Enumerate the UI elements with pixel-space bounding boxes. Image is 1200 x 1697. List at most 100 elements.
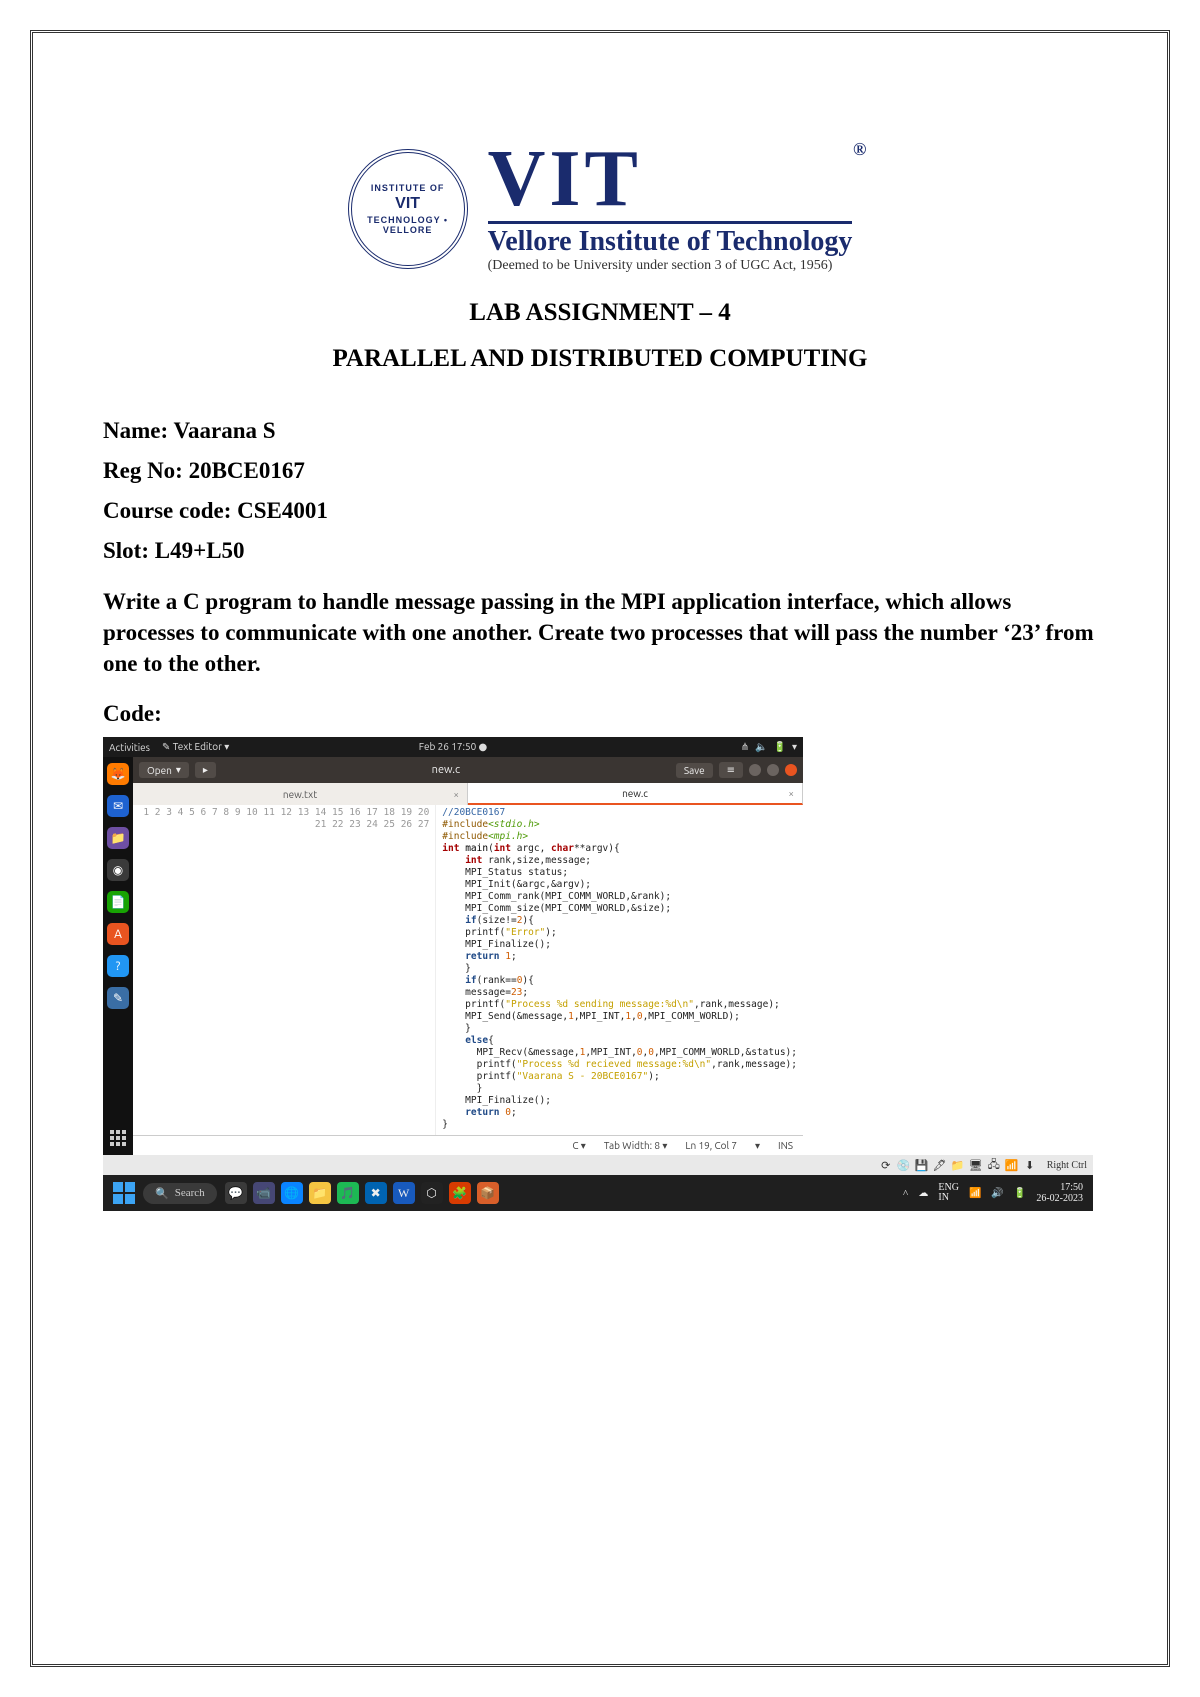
libreoffice-icon[interactable]: 📄 bbox=[107, 891, 129, 913]
vm-indicator-icon[interactable]: 🖥 bbox=[969, 1158, 983, 1172]
thunderbird-icon[interactable]: ✉ bbox=[107, 795, 129, 817]
vm-indicator-icon[interactable]: ⬇ bbox=[1023, 1158, 1037, 1172]
gedit-tab[interactable]: new.c× bbox=[468, 783, 803, 805]
taskbar-app-icon[interactable]: 🎵 bbox=[337, 1182, 359, 1204]
help-icon[interactable]: ? bbox=[107, 955, 129, 977]
vm-indicator-icon[interactable]: 🖋 bbox=[933, 1158, 947, 1172]
topbar-status-icon[interactable]: 🔋 bbox=[774, 741, 786, 753]
status-cursor: Ln 19, Col 7 bbox=[685, 1140, 737, 1151]
vm-indicator-icon[interactable]: 📶 bbox=[1005, 1158, 1019, 1172]
status-lang[interactable]: C ▾ bbox=[572, 1140, 585, 1152]
activities-button[interactable]: Activities bbox=[109, 742, 150, 753]
page-frame: INSTITUTE OF VIT TECHNOLOGY • VELLORE VI… bbox=[30, 30, 1170, 1667]
course-label: Course code: bbox=[103, 498, 237, 523]
vm-indicator-icon[interactable]: 💿 bbox=[897, 1158, 911, 1172]
vm-indicator-icon[interactable]: 💾 bbox=[915, 1158, 929, 1172]
show-apps-icon[interactable] bbox=[107, 1127, 129, 1149]
seal-arc-bottom: TECHNOLOGY • VELLORE bbox=[352, 215, 464, 235]
tray-chevron-icon[interactable]: ˄ bbox=[903, 1188, 909, 1199]
taskbar-app-icon[interactable]: ✖ bbox=[365, 1182, 387, 1204]
tab-close-icon[interactable]: × bbox=[453, 789, 459, 800]
gedit-headerbar: Open ▾ ▸ new.c Save ≡ bbox=[133, 757, 803, 783]
ubuntu-screenshot: Activities ✎ Text Editor ▾ Feb 26 17:50 … bbox=[103, 737, 803, 1155]
software-icon[interactable]: A bbox=[107, 923, 129, 945]
taskbar-clock[interactable]: 17:50 26-02-2023 bbox=[1036, 1182, 1083, 1204]
maximize-icon[interactable] bbox=[767, 764, 779, 776]
vit-text-block: VIT ® Vellore Institute of Technology (D… bbox=[488, 143, 853, 274]
onedrive-icon[interactable]: ☁ bbox=[918, 1188, 928, 1199]
vit-logo-text: VIT ® bbox=[488, 143, 853, 215]
rhythmbox-icon[interactable]: ◉ bbox=[107, 859, 129, 881]
line-number-gutter: 1 2 3 4 5 6 7 8 9 10 11 12 13 14 15 16 1… bbox=[133, 805, 436, 1135]
vit-full-name: Vellore Institute of Technology bbox=[488, 226, 853, 258]
new-tab-button[interactable]: ▸ bbox=[195, 762, 216, 778]
app-menu[interactable]: ✎ Text Editor ▾ bbox=[162, 741, 229, 753]
volume-icon[interactable]: 🔊 bbox=[991, 1188, 1003, 1199]
vit-header: INSTITUTE OF VIT TECHNOLOGY • VELLORE VI… bbox=[103, 143, 1097, 274]
code-text[interactable]: //20BCE0167 #include<stdio.h> #include<m… bbox=[436, 805, 803, 1135]
vm-indicator-icon[interactable]: 🖧 bbox=[987, 1158, 1001, 1172]
firefox-icon[interactable]: 🦊 bbox=[107, 763, 129, 785]
start-button[interactable] bbox=[113, 1182, 135, 1204]
taskbar-date: 26-02-2023 bbox=[1036, 1193, 1083, 1204]
registered-icon: ® bbox=[853, 141, 870, 157]
gedit-icon[interactable]: ✎ bbox=[107, 987, 129, 1009]
name-label: Name: bbox=[103, 418, 173, 443]
status-ins: INS bbox=[778, 1140, 793, 1151]
taskbar-app-icon[interactable]: ⬡ bbox=[421, 1182, 443, 1204]
code-heading: Code: bbox=[103, 701, 1097, 727]
field-name: Name: Vaarana S bbox=[103, 418, 1097, 444]
gedit-tabs: new.txt×new.c× bbox=[133, 783, 803, 805]
taskbar-app-icon[interactable]: 📹 bbox=[253, 1182, 275, 1204]
doc-subtitle: PARALLEL AND DISTRIBUTED COMPUTING bbox=[103, 345, 1097, 373]
gedit-window: Open ▾ ▸ new.c Save ≡ new.txt×new.c× 1 2… bbox=[133, 757, 803, 1155]
vm-status-bar: ⟳💿💾🖋📁🖥🖧📶⬇Right Ctrl bbox=[103, 1155, 1093, 1175]
taskbar-app-icon[interactable]: 📁 bbox=[309, 1182, 331, 1204]
taskbar-right: ˄ ☁ ENG IN 📶 🔊 🔋 17:50 26-02-2023 bbox=[903, 1182, 1083, 1204]
language-indicator[interactable]: ENG IN bbox=[938, 1183, 959, 1203]
gedit-tab[interactable]: new.txt× bbox=[133, 783, 468, 805]
close-icon[interactable] bbox=[785, 764, 797, 776]
taskbar-time: 17:50 bbox=[1036, 1182, 1083, 1193]
slot-value: L49+L50 bbox=[155, 538, 245, 563]
topbar-status-icon[interactable]: ▾ bbox=[792, 741, 797, 753]
doc-title: LAB ASSIGNMENT – 4 bbox=[103, 299, 1097, 327]
taskbar-app-icon[interactable]: 🧩 bbox=[449, 1182, 471, 1204]
seal-arc-top: INSTITUTE OF bbox=[371, 183, 445, 193]
gedit-title: new.c bbox=[222, 764, 670, 776]
taskbar-app-icon[interactable]: 📦 bbox=[477, 1182, 499, 1204]
taskbar-apps: 💬 📹 🌐 📁 🎵 ✖ W ⬡ 🧩 📦 bbox=[225, 1182, 499, 1204]
taskbar-app-icon[interactable]: 🌐 bbox=[281, 1182, 303, 1204]
ubuntu-dock: 🦊 ✉ 📁 ◉ 📄 A ? ✎ bbox=[103, 757, 133, 1155]
reg-value: 20BCE0167 bbox=[189, 458, 305, 483]
vm-indicator-icon[interactable]: 📁 bbox=[951, 1158, 965, 1172]
status-ins-dropdown[interactable]: ▾ bbox=[755, 1140, 760, 1152]
open-button[interactable]: Open ▾ bbox=[139, 762, 189, 778]
topbar-status-icon[interactable]: 🔈 bbox=[755, 741, 767, 753]
gedit-statusbar: C ▾ Tab Width: 8 ▾ Ln 19, Col 7 ▾ INS bbox=[133, 1135, 803, 1155]
field-course: Course code: CSE4001 bbox=[103, 498, 1097, 524]
course-value: CSE4001 bbox=[237, 498, 328, 523]
taskbar-app-icon[interactable]: 💬 bbox=[225, 1182, 247, 1204]
status-tabwidth[interactable]: Tab Width: 8 ▾ bbox=[604, 1140, 668, 1152]
taskbar-app-icon[interactable]: W bbox=[393, 1182, 415, 1204]
battery-icon[interactable]: 🔋 bbox=[1014, 1188, 1026, 1199]
slot-label: Slot: bbox=[103, 538, 155, 563]
vit-logo-letters: VIT bbox=[488, 135, 642, 223]
save-button[interactable]: Save bbox=[676, 763, 713, 778]
system-tray[interactable]: ⋔ 🔈 🔋 ▾ bbox=[741, 741, 797, 753]
search-placeholder: Search bbox=[175, 1187, 205, 1199]
taskbar-search[interactable]: 🔍 Search bbox=[143, 1183, 217, 1204]
topbar-status-icon[interactable]: ⋔ bbox=[741, 741, 749, 753]
seal-center-text: VIT bbox=[395, 195, 420, 213]
tab-close-icon[interactable]: × bbox=[788, 788, 794, 799]
minimize-icon[interactable] bbox=[749, 764, 761, 776]
wifi-icon[interactable]: 📶 bbox=[969, 1188, 981, 1199]
gnome-topbar: Activities ✎ Text Editor ▾ Feb 26 17:50 … bbox=[103, 737, 803, 757]
reg-label: Reg No: bbox=[103, 458, 189, 483]
code-area[interactable]: 1 2 3 4 5 6 7 8 9 10 11 12 13 14 15 16 1… bbox=[133, 805, 803, 1135]
files-icon[interactable]: 📁 bbox=[107, 827, 129, 849]
vm-indicator-icon[interactable]: ⟳ bbox=[879, 1158, 893, 1172]
hamburger-menu-icon[interactable]: ≡ bbox=[719, 762, 743, 778]
field-slot: Slot: L49+L50 bbox=[103, 538, 1097, 564]
